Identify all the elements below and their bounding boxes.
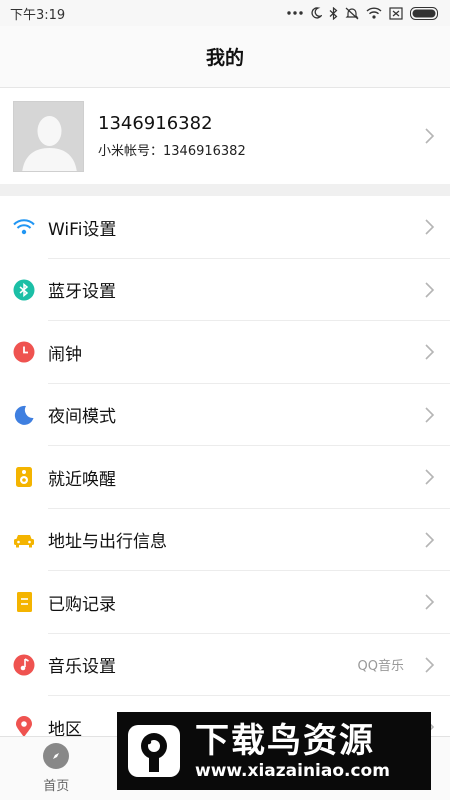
menu-item-label: 地址与出行信息 xyxy=(48,532,167,553)
bluetooth-icon xyxy=(13,279,35,301)
menu-item-nearby-wake[interactable]: 就近唤醒 xyxy=(0,446,450,509)
menu-item-address-travel[interactable]: 地址与出行信息 xyxy=(0,509,450,572)
menu-item-label: 音乐设置 xyxy=(48,657,116,678)
music-icon xyxy=(13,654,35,676)
tab-home[interactable]: 首页 xyxy=(0,737,113,800)
menu-item-label: WiFi设置 xyxy=(48,219,117,240)
menu-item-music-settings[interactable]: 音乐设置 QQ音乐 xyxy=(0,634,450,697)
car-icon xyxy=(13,529,35,551)
watermark-title: 下载鸟资源 xyxy=(195,721,375,761)
location-pin-icon xyxy=(13,716,35,738)
watermark: 下载鸟资源 www.xiazainiao.com xyxy=(117,712,431,790)
wifi-icon xyxy=(366,7,382,19)
moon-icon xyxy=(310,7,322,19)
chevron-right-icon xyxy=(425,657,435,673)
profile-account: 小米帐号：1346916382 xyxy=(98,144,246,159)
moon-icon xyxy=(13,404,35,426)
chevron-right-icon xyxy=(425,128,435,144)
settings-menu: WiFi设置 蓝牙设置 闹钟 夜间模式 就近唤醒 地址与出行信息 已购记录 音乐… xyxy=(0,196,450,759)
chevron-right-icon xyxy=(425,344,435,360)
chevron-right-icon xyxy=(425,594,435,610)
menu-item-purchase-history[interactable]: 已购记录 xyxy=(0,571,450,634)
menu-item-label: 已购记录 xyxy=(48,594,116,615)
no-sim-icon xyxy=(389,6,403,20)
page-header: 我的 xyxy=(0,26,450,88)
chevron-right-icon xyxy=(425,532,435,548)
chevron-right-icon xyxy=(425,407,435,423)
status-bar: 下午3:19 xyxy=(0,0,450,26)
section-divider xyxy=(0,184,450,196)
more-dots-icon xyxy=(287,10,303,16)
battery-icon xyxy=(410,6,440,20)
speaker-icon xyxy=(13,466,35,488)
clock-icon xyxy=(13,341,35,363)
watermark-url: www.xiazainiao.com xyxy=(195,761,390,781)
chevron-right-icon xyxy=(425,282,435,298)
default-avatar-icon xyxy=(14,101,83,171)
wifi-icon xyxy=(13,216,35,238)
avatar[interactable] xyxy=(13,100,84,172)
tab-label: 首页 xyxy=(43,779,70,794)
menu-item-alarm[interactable]: 闹钟 xyxy=(0,321,450,384)
menu-item-night-mode[interactable]: 夜间模式 xyxy=(0,384,450,447)
profile-card[interactable]: 1346916382 小米帐号：1346916382 xyxy=(0,88,450,184)
profile-name: 1346916382 xyxy=(98,113,213,134)
menu-item-wifi[interactable]: WiFi设置 xyxy=(0,196,450,259)
menu-item-label: 闹钟 xyxy=(48,344,82,365)
page-title: 我的 xyxy=(205,47,244,69)
chevron-right-icon xyxy=(425,219,435,235)
bluetooth-icon xyxy=(329,6,338,20)
silent-icon xyxy=(345,7,359,20)
menu-item-label: 蓝牙设置 xyxy=(48,282,116,303)
receipt-icon xyxy=(13,591,35,613)
compass-icon xyxy=(43,743,70,769)
menu-item-value: QQ音乐 xyxy=(357,659,404,675)
menu-item-label: 就近唤醒 xyxy=(48,469,116,490)
menu-item-label: 夜间模式 xyxy=(48,407,116,428)
watermark-logo xyxy=(125,722,183,780)
menu-item-bluetooth[interactable]: 蓝牙设置 xyxy=(0,259,450,322)
chevron-right-icon xyxy=(425,469,435,485)
status-time: 下午3:19 xyxy=(10,7,66,23)
